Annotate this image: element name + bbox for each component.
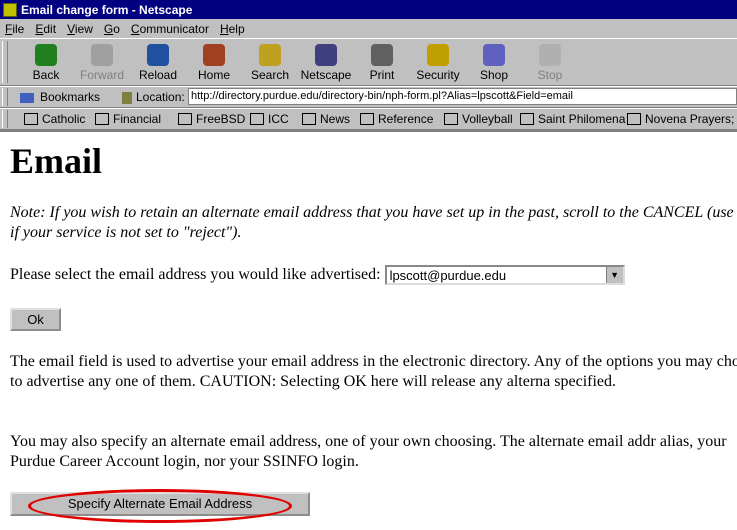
folder-icon bbox=[178, 113, 192, 125]
page-proxy-icon[interactable] bbox=[122, 91, 132, 104]
folder-icon bbox=[360, 113, 374, 125]
location-label: Location: bbox=[122, 90, 185, 104]
toolbar-label: Forward bbox=[79, 68, 124, 82]
personal-item-freebsd[interactable]: FreeBSD bbox=[178, 112, 245, 126]
personal-item-news[interactable]: News bbox=[302, 112, 350, 126]
personal-item-label: News bbox=[320, 112, 351, 126]
note-text: Note: If you wish to retain an alternate… bbox=[10, 204, 737, 241]
personal-item-reference[interactable]: Reference bbox=[360, 112, 433, 126]
alternate-description: You may also specify an alternate email … bbox=[10, 433, 727, 470]
chevron-down-icon[interactable]: ▼ bbox=[605, 267, 623, 283]
personal-item-financial[interactable]: Financial bbox=[95, 112, 161, 126]
netscape-button[interactable]: Netscape bbox=[299, 42, 353, 84]
shop-button[interactable]: Shop bbox=[467, 42, 521, 84]
reload-button[interactable]: Reload bbox=[131, 42, 185, 84]
stop-button[interactable]: Stop bbox=[523, 42, 577, 84]
personal-item-label: Novena Prayers; bbox=[645, 112, 735, 126]
toolbar-label: Security bbox=[416, 68, 460, 82]
title-bar: Email change form - Netscape bbox=[0, 0, 737, 19]
home-button[interactable]: Home bbox=[187, 42, 241, 84]
select-row: Please select the email address you woul… bbox=[10, 265, 625, 285]
menu-help[interactable]: Help bbox=[220, 22, 245, 36]
security-button[interactable]: Security bbox=[411, 42, 465, 84]
page-content: Email Note: If you wish to retain an alt… bbox=[0, 130, 737, 530]
menu-file[interactable]: File bbox=[5, 22, 24, 36]
stop-icon bbox=[539, 44, 561, 66]
menu-view[interactable]: View bbox=[67, 22, 93, 36]
window-title: Email change form - Netscape bbox=[21, 2, 193, 17]
toolbar-label: Back bbox=[32, 68, 60, 82]
email-description: The email field is used to advertise you… bbox=[10, 353, 737, 390]
personal-item-label: Catholic bbox=[42, 112, 86, 126]
netscape-icon bbox=[315, 44, 337, 66]
menu-edit[interactable]: Edit bbox=[35, 22, 56, 36]
forward-button[interactable]: Forward bbox=[75, 42, 129, 84]
folder-icon bbox=[627, 113, 641, 125]
shop-icon bbox=[483, 44, 505, 66]
menu-go[interactable]: Go bbox=[104, 22, 120, 36]
url-field[interactable]: http://directory.purdue.edu/directory-bi… bbox=[188, 88, 737, 105]
menu-bar: File Edit View Go Communicator Help bbox=[0, 19, 737, 38]
netscape-app-icon bbox=[3, 2, 17, 17]
personal-item-icc[interactable]: ICC bbox=[250, 112, 289, 126]
toolbar-label: Stop bbox=[537, 68, 563, 82]
email-select-value: lpscott@purdue.edu bbox=[389, 268, 507, 283]
toolbar-label: Netscape bbox=[300, 68, 352, 82]
personal-item-label: Saint Philomena bbox=[538, 112, 626, 126]
folder-icon bbox=[520, 113, 534, 125]
print-button[interactable]: Print bbox=[355, 42, 409, 84]
toolbar-label: Print bbox=[369, 68, 395, 82]
search-icon bbox=[259, 44, 281, 66]
folder-icon bbox=[302, 113, 316, 125]
menu-communicator[interactable]: Communicator bbox=[131, 22, 209, 36]
personal-item-catholic[interactable]: Catholic bbox=[24, 112, 85, 126]
location-toolbar: Bookmarks Location: http://directory.pur… bbox=[0, 86, 737, 108]
navigation-toolbar: Back Forward Reload Home Search Netscape Print… bbox=[0, 38, 737, 86]
lock-icon bbox=[427, 44, 449, 66]
personal-item-volleyball[interactable]: Volleyball bbox=[444, 112, 513, 126]
printer-icon bbox=[371, 44, 393, 66]
home-icon bbox=[203, 44, 225, 66]
personal-item-label: Financial bbox=[113, 112, 162, 126]
back-arrow-icon bbox=[35, 44, 57, 66]
personal-item-label: FreeBSD bbox=[196, 112, 246, 126]
bookmarks-icon bbox=[20, 92, 34, 103]
personal-item-label: Reference bbox=[378, 112, 434, 126]
location-grip[interactable] bbox=[2, 88, 8, 106]
personal-item-novena-prayers[interactable]: Novena Prayers; bbox=[627, 112, 734, 126]
search-button[interactable]: Search bbox=[243, 42, 297, 84]
back-button[interactable]: Back bbox=[19, 42, 73, 84]
bookmarks-button[interactable]: Bookmarks bbox=[20, 90, 100, 104]
folder-icon bbox=[444, 113, 458, 125]
toolbar-grip[interactable] bbox=[2, 41, 8, 83]
personal-item-label: ICC bbox=[268, 112, 289, 126]
select-label: Please select the email address you woul… bbox=[10, 266, 381, 283]
reload-icon bbox=[147, 44, 169, 66]
personal-item-saint-philomena[interactable]: Saint Philomena bbox=[520, 112, 625, 126]
folder-icon bbox=[95, 113, 109, 125]
toolbar-label: Search bbox=[250, 68, 290, 82]
ok-button[interactable]: Ok bbox=[10, 308, 61, 331]
personal-item-label: Volleyball bbox=[462, 112, 513, 126]
personal-toolbar: Catholic Financial FreeBSD ICC News Reference… bbox=[0, 108, 737, 130]
email-select[interactable]: lpscott@purdue.edu ▼ bbox=[384, 265, 625, 285]
folder-icon bbox=[250, 113, 264, 125]
toolbar-label: Reload bbox=[138, 68, 178, 82]
folder-icon bbox=[24, 113, 38, 125]
forward-arrow-icon bbox=[91, 44, 113, 66]
specify-alternate-email-button[interactable]: Specify Alternate Email Address bbox=[10, 492, 310, 516]
toolbar-label: Shop bbox=[479, 68, 509, 82]
personal-grip[interactable] bbox=[2, 110, 8, 128]
page-title: Email bbox=[10, 141, 103, 181]
toolbar-label: Home bbox=[197, 68, 230, 82]
